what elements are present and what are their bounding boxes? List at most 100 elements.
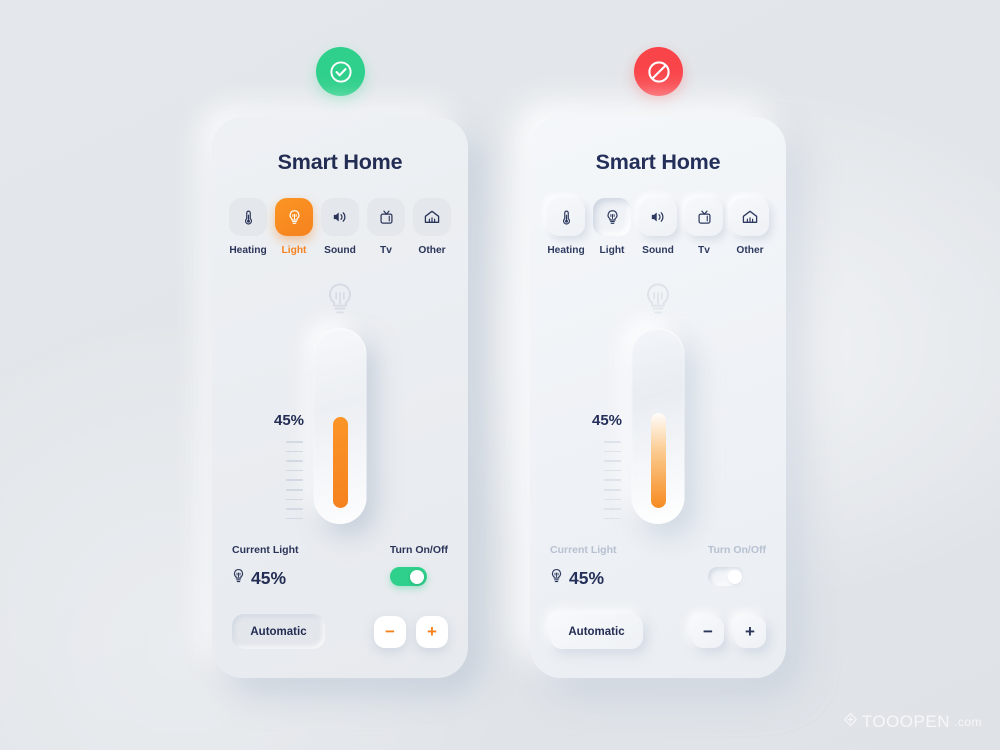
power-toggle[interactable] — [707, 567, 745, 586]
power-toggle-label: Turn On/Off — [389, 544, 448, 556]
stepper-group: − + — [692, 615, 766, 648]
bulb-icon — [603, 208, 622, 227]
category-other[interactable]: Other — [413, 198, 451, 256]
category-tabs: Heating Light Sound Tv Other — [212, 198, 468, 256]
current-light-value: 45% — [569, 568, 605, 588]
slider-tick — [286, 450, 303, 453]
slider-tick — [286, 441, 303, 443]
small-bulb-icon — [550, 568, 563, 589]
category-heating[interactable]: Heating — [229, 198, 267, 256]
home-icon — [422, 207, 442, 227]
slider-track[interactable] — [631, 328, 685, 524]
category-sound[interactable]: Sound — [321, 198, 359, 256]
small-bulb-icon — [232, 568, 245, 589]
page-title: Smart Home — [595, 150, 721, 174]
home-icon — [740, 207, 760, 227]
slider-tick — [286, 460, 303, 462]
slider-fill[interactable] — [650, 413, 666, 508]
slider-tick — [286, 469, 303, 472]
category-other[interactable]: Other — [731, 198, 769, 256]
prohibited-icon — [646, 59, 672, 85]
status-badge-disabled — [634, 47, 683, 96]
category-light-label: Light — [281, 245, 307, 256]
category-light-button[interactable] — [275, 198, 313, 236]
status-badge-enabled — [316, 47, 365, 96]
category-heating-label: Heating — [547, 245, 585, 256]
category-tv-button[interactable] — [367, 198, 405, 236]
actions-row: Automatic − + — [550, 614, 766, 649]
current-light-label: Current Light — [232, 544, 299, 556]
category-light-label: Light — [599, 245, 625, 256]
status-row: Current Light 45% Turn On/Off — [550, 544, 766, 589]
category-tv[interactable]: Tv — [367, 198, 405, 256]
slider-tick — [604, 479, 621, 481]
decrease-button[interactable]: − — [692, 615, 724, 648]
thermometer-icon — [239, 208, 258, 227]
watermark-suffix: .com — [953, 715, 982, 729]
category-sound[interactable]: Sound — [639, 198, 677, 256]
thermometer-icon — [557, 208, 576, 227]
slider-value-label: 45% — [592, 412, 623, 429]
tv-icon — [695, 208, 714, 227]
category-light-button[interactable] — [593, 198, 631, 236]
category-heating[interactable]: Heating — [547, 198, 585, 256]
category-sound-button[interactable] — [321, 198, 359, 236]
current-light-block: Current Light 45% — [232, 544, 299, 589]
current-light-label: Current Light — [550, 544, 617, 556]
smart-home-card-disabled: Smart Home Heating Light Sound Tv Other … — [530, 117, 786, 678]
increase-button[interactable]: + — [734, 615, 766, 648]
slider-tick — [604, 441, 621, 443]
toggle-knob — [727, 569, 742, 584]
category-tv-button[interactable] — [685, 198, 723, 236]
hero-bulb-icon — [212, 280, 468, 320]
slider-ticks — [286, 441, 303, 520]
category-light[interactable]: Light — [275, 198, 313, 256]
watermark-logo-icon — [843, 712, 858, 732]
category-heating-button[interactable] — [547, 198, 585, 236]
current-light-block: Current Light 45% — [550, 544, 617, 589]
slider-value-label: 45% — [274, 412, 305, 429]
category-sound-label: Sound — [642, 245, 674, 256]
automatic-button[interactable]: Automatic — [550, 614, 643, 649]
app-background: Smart Home Heating Light Sound Tv Other … — [0, 0, 1000, 750]
slider-fill[interactable] — [332, 417, 348, 508]
category-other-label: Other — [418, 245, 446, 256]
bulb-icon — [285, 208, 304, 227]
brightness-slider[interactable]: 45% — [530, 328, 786, 540]
increase-button[interactable]: + — [416, 615, 448, 648]
category-tabs: Heating Light Sound Tv Other — [530, 198, 786, 256]
tv-icon — [377, 208, 396, 227]
slider-tick — [604, 450, 621, 453]
power-toggle[interactable] — [389, 567, 427, 586]
brightness-slider[interactable]: 45% — [212, 328, 468, 540]
current-light-value-row: 45% — [550, 568, 617, 589]
category-sound-button[interactable] — [639, 198, 677, 236]
category-light[interactable]: Light — [593, 198, 631, 256]
slider-tick — [286, 517, 303, 520]
category-tv-label: Tv — [380, 245, 392, 256]
category-other-button[interactable] — [413, 198, 451, 236]
category-tv-label: Tv — [698, 245, 710, 256]
category-tv[interactable]: Tv — [685, 198, 723, 256]
stepper-group: − + — [374, 615, 448, 648]
slider-tick — [604, 498, 621, 501]
toggle-knob — [409, 569, 424, 584]
slider-tick — [286, 498, 303, 501]
current-light-value-row: 45% — [232, 568, 299, 589]
category-other-button[interactable] — [731, 198, 769, 236]
slider-tick — [286, 508, 303, 510]
watermark-text: TOOOPEN — [861, 712, 950, 731]
decrease-button[interactable]: − — [374, 615, 406, 648]
page-title: Smart Home — [277, 150, 403, 174]
slider-tick — [286, 479, 303, 481]
current-light-value: 45% — [251, 568, 287, 588]
actions-row: Automatic − + — [232, 614, 448, 649]
category-heating-label: Heating — [229, 245, 267, 256]
slider-tick — [604, 508, 621, 510]
power-toggle-label: Turn On/Off — [707, 544, 766, 556]
slider-track[interactable] — [313, 328, 367, 524]
category-heating-button[interactable] — [229, 198, 267, 236]
automatic-button[interactable]: Automatic — [232, 614, 325, 649]
slider-tick — [604, 469, 621, 472]
slider-tick — [604, 460, 621, 462]
